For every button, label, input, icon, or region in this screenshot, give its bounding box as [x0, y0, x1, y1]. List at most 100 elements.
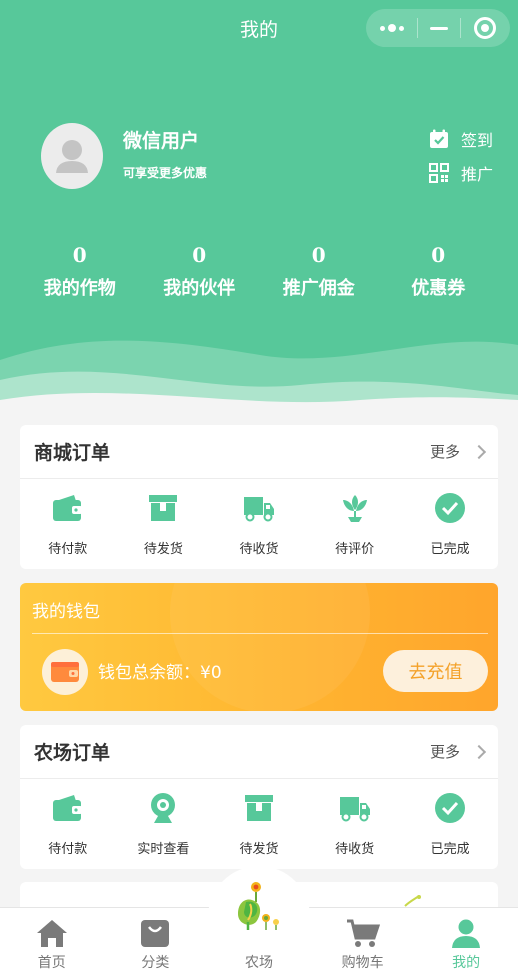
truck-icon	[242, 491, 276, 525]
stat-value: 0	[192, 243, 207, 267]
order-status-label: 待发货	[143, 542, 183, 557]
signin-label: 签到	[461, 131, 494, 150]
mall-order-pending-review[interactable]: 待评价	[307, 491, 402, 557]
order-status-label: 已完成	[430, 542, 470, 557]
farm-orders-card: 农场订单 更多 待付款 实时查看 待发货 待收货 已完成	[20, 725, 498, 869]
more-dots-icon[interactable]	[380, 24, 405, 32]
bag-icon	[140, 916, 170, 948]
farm-order-pending-receive[interactable]: 待收货	[307, 791, 402, 857]
stat-value: 0	[72, 243, 87, 267]
tab-label: 我的	[452, 955, 481, 971]
mall-order-pending-ship[interactable]: 待发货	[116, 491, 211, 557]
farm-orders-more-link[interactable]: 更多	[429, 741, 487, 762]
promote-button[interactable]: 推广	[429, 161, 493, 185]
more-label: 更多	[429, 443, 460, 461]
stat-label: 我的伙伴	[163, 278, 236, 299]
minimize-icon[interactable]	[429, 26, 448, 30]
mall-order-pending-payment[interactable]: 待付款	[20, 491, 115, 557]
order-status-label: 待收货	[239, 542, 279, 557]
recharge-button[interactable]: 去充值	[383, 650, 488, 692]
user-subtitle: 可享受更多优惠	[123, 166, 208, 180]
farm-order-pending-payment[interactable]: 待付款	[20, 791, 115, 857]
farm-orders-icons: 待付款 实时查看 待发货 待收货 已完成	[20, 779, 498, 857]
mall-orders-header: 商城订单 更多	[20, 425, 498, 479]
farm-order-completed[interactable]: 已完成	[403, 791, 498, 857]
page-title: 我的	[239, 18, 278, 41]
chevron-right-icon	[471, 744, 487, 759]
mall-orders-more-link[interactable]: 更多	[429, 441, 487, 462]
stat-commission[interactable]: 0 推广佣金	[259, 240, 379, 300]
stat-label: 推广佣金	[282, 278, 355, 299]
close-target-icon[interactable]	[473, 17, 496, 39]
tab-label: 购物车	[341, 955, 384, 971]
wallet-balance: 钱包总余额：¥0	[98, 658, 222, 683]
home-icon	[36, 916, 68, 948]
tab-label: 农场	[244, 955, 273, 971]
wallet-card: 我的钱包 钱包总余额：¥0 去充值	[20, 583, 498, 711]
sprout-icon	[404, 895, 421, 907]
signin-button[interactable]: 签到	[429, 127, 493, 151]
promote-label: 推广	[461, 165, 494, 184]
mall-order-pending-receive[interactable]: 待收货	[211, 491, 306, 557]
order-status-label: 待发货	[239, 842, 279, 857]
person-icon	[451, 916, 481, 948]
stat-label: 我的作物	[43, 278, 116, 299]
order-status-label: 待收货	[335, 842, 375, 857]
balance-label: 钱包总余额：	[98, 663, 200, 683]
mall-orders-title: 商城订单	[34, 442, 111, 464]
chevron-right-icon	[471, 444, 487, 459]
tab-profile[interactable]: 我的	[414, 908, 518, 975]
check-circle-icon	[433, 791, 467, 825]
user-name: 微信用户	[123, 130, 200, 152]
order-status-label: 待评价	[335, 542, 375, 557]
farm-orders-title: 农场订单	[34, 742, 111, 764]
qrcode-icon	[429, 163, 449, 183]
farm-icon[interactable]	[232, 880, 286, 934]
stat-value: 0	[431, 243, 446, 267]
calendar-check-icon	[430, 129, 448, 148]
profile-header: 我的 微信用户 可享受更多优惠 签到 推广 0 我的作物 0 我的伙伴 0 推广…	[0, 0, 518, 410]
stat-coupons[interactable]: 0 优惠券	[379, 240, 499, 300]
stat-value: 0	[311, 243, 326, 267]
stat-label: 优惠券	[411, 278, 466, 299]
wallet-divider	[32, 633, 488, 634]
stat-my-crops[interactable]: 0 我的作物	[20, 240, 140, 300]
stats-row: 0 我的作物 0 我的伙伴 0 推广佣金 0 优惠券	[20, 240, 498, 300]
capsule-divider	[416, 18, 418, 38]
check-circle-icon	[433, 491, 467, 525]
lotus-icon	[338, 491, 372, 525]
box-icon	[146, 491, 180, 525]
mini-program-capsule	[366, 9, 510, 47]
more-label: 更多	[429, 743, 460, 761]
tab-cart[interactable]: 购物车	[311, 908, 415, 975]
mall-orders-icons: 待付款 待发货 待收货 待评价 已完成	[20, 479, 498, 557]
wallet-icon	[51, 791, 85, 825]
header-wave-decoration	[0, 340, 518, 410]
wallet-icon	[51, 491, 85, 525]
order-status-label: 待付款	[48, 842, 88, 857]
tab-label: 分类	[141, 955, 170, 971]
order-status-label: 已完成	[430, 842, 470, 857]
mall-orders-card: 商城订单 更多 待付款 待发货 待收货 待评价 已完成	[20, 425, 498, 569]
order-status-label: 实时查看	[137, 842, 190, 857]
tab-home[interactable]: 首页	[0, 908, 104, 975]
farm-order-pending-ship[interactable]: 待发货	[211, 791, 306, 857]
mall-order-completed[interactable]: 已完成	[403, 491, 498, 557]
tab-label: 首页	[37, 955, 66, 971]
cart-icon	[346, 916, 380, 948]
default-avatar-icon	[56, 140, 88, 173]
wallet-decoration	[170, 583, 370, 711]
farm-orders-header: 农场订单 更多	[20, 725, 498, 779]
farm-order-live-view[interactable]: 实时查看	[116, 791, 211, 857]
box-icon	[242, 791, 276, 825]
tab-category[interactable]: 分类	[104, 908, 208, 975]
balance-value: ¥0	[200, 663, 222, 683]
stat-my-partners[interactable]: 0 我的伙伴	[140, 240, 260, 300]
webcam-icon	[146, 791, 180, 825]
wallet-icon	[42, 649, 88, 695]
truck-icon	[338, 791, 372, 825]
order-status-label: 待付款	[48, 542, 88, 557]
wallet-title: 我的钱包	[32, 602, 100, 622]
avatar[interactable]	[41, 123, 103, 189]
capsule-divider	[460, 18, 462, 38]
